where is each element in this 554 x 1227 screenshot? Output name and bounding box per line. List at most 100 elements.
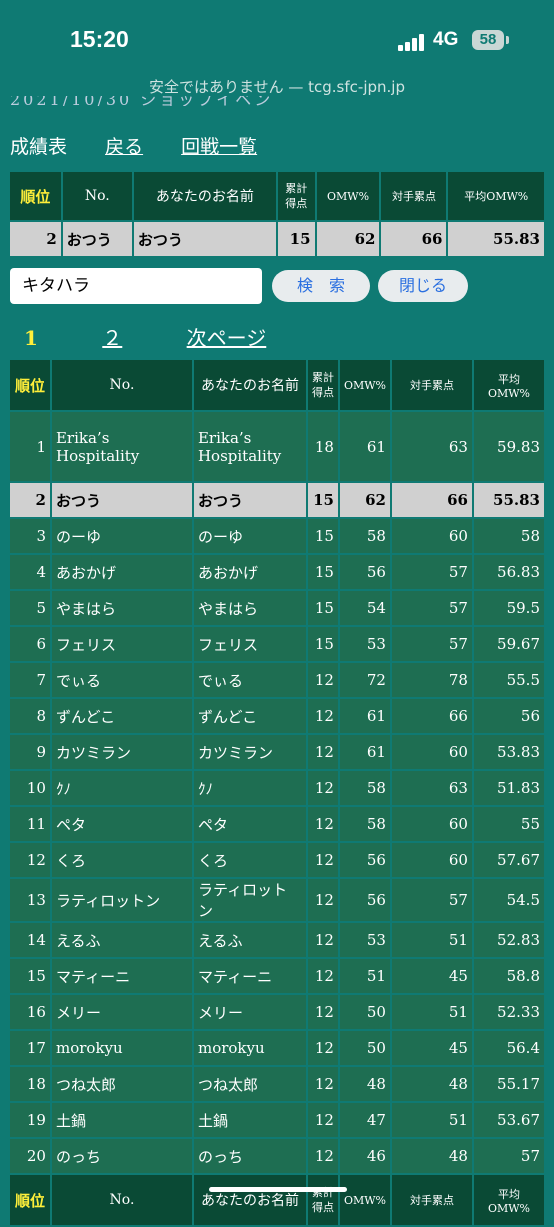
- cell-omw: 58: [339, 519, 390, 553]
- table-row: 5 やまはら やまはら 15 54 57 59.5: [10, 591, 544, 625]
- page-title: 成績表: [10, 136, 68, 158]
- table-row: 17 morokyu morokyu 12 50 45 56.4: [10, 1031, 544, 1065]
- footer-rank: 順位: [10, 1175, 50, 1225]
- my-result-table: 順位 No. あなたのお名前 累計 得点 OMW% 対手累点 平均OMW% 2 お…: [8, 170, 546, 258]
- search-button[interactable]: 検 索: [272, 270, 370, 302]
- cell-omw: 47: [339, 1103, 390, 1137]
- cell-opp: 45: [391, 1031, 472, 1065]
- cell-avg: 55.83: [448, 222, 544, 256]
- cell-name: ｸﾉ: [193, 771, 306, 805]
- cell-avg: 55.5: [473, 663, 544, 697]
- cell-rank: 12: [10, 843, 50, 877]
- header-no: No.: [62, 172, 132, 220]
- cell-points: 15: [307, 591, 338, 625]
- cell-opp: 57: [391, 627, 472, 661]
- ranking-footer-header: 順位 No. あなたのお名前 累計 得点 OMW% 対手累点 平均OMW%: [10, 1175, 544, 1225]
- cell-no: つね太郎: [51, 1067, 192, 1101]
- cellular-signal-icon: [398, 33, 428, 51]
- home-indicator[interactable]: [209, 1187, 347, 1192]
- footer-avg: 平均OMW%: [473, 1175, 544, 1225]
- cell-opp: 57: [391, 591, 472, 625]
- cell-avg: 53.83: [473, 735, 544, 769]
- cell-rank: 2: [10, 483, 50, 517]
- status-bar: 15:20 4G 58: [0, 0, 554, 70]
- cell-avg: 59.5: [473, 591, 544, 625]
- cell-opp: 60: [391, 519, 472, 553]
- cell-points: 12: [307, 923, 338, 957]
- cell-opp: 63: [391, 771, 472, 805]
- cell-rank: 2: [10, 222, 61, 256]
- cell-no: morokyu: [51, 1031, 192, 1065]
- cell-points: 12: [307, 959, 338, 993]
- cell-avg: 56.4: [473, 1031, 544, 1065]
- cell-name: ラティロットン: [193, 879, 306, 921]
- cell-name: つね太郎: [193, 1067, 306, 1101]
- cell-avg: 56: [473, 699, 544, 733]
- url-host: tcg.sfc-jpn.jp: [308, 78, 405, 96]
- close-button[interactable]: 閉じる: [378, 270, 468, 302]
- table-row: 1 Erika’s Hospitality Erika’s Hospitality 1…: [10, 412, 544, 481]
- footer-no: No.: [51, 1175, 192, 1225]
- cell-avg: 52.83: [473, 923, 544, 957]
- cell-points: 15: [307, 627, 338, 661]
- cell-omw: 61: [339, 735, 390, 769]
- next-page-link[interactable]: 次ページ: [187, 326, 267, 350]
- cell-omw: 56: [339, 879, 390, 921]
- table-row: 2 おつう おつう 15 62 66 55.83: [10, 483, 544, 517]
- cell-rank: 11: [10, 807, 50, 841]
- cell-name: おつう: [193, 483, 306, 517]
- cell-no: ずんどこ: [51, 699, 192, 733]
- cell-avg: 55.17: [473, 1067, 544, 1101]
- cell-rank: 14: [10, 923, 50, 957]
- back-link[interactable]: 戻る: [105, 136, 143, 158]
- cell-points: 12: [307, 1031, 338, 1065]
- cell-omw: 61: [339, 699, 390, 733]
- footer-omw: OMW%: [339, 1175, 390, 1225]
- cell-rank: 3: [10, 519, 50, 553]
- cell-points: 12: [307, 879, 338, 921]
- cell-no: ペタ: [51, 807, 192, 841]
- cell-name: でぃる: [193, 663, 306, 697]
- cell-no: おつう: [51, 483, 192, 517]
- cell-points: 12: [307, 843, 338, 877]
- address-bar[interactable]: 安全ではありません — tcg.sfc-jpn.jp: [0, 76, 554, 97]
- table-row: 14 えるふ えるふ 12 53 51 52.83: [10, 923, 544, 957]
- cell-opp: 66: [381, 222, 447, 256]
- cell-no: マティーニ: [51, 959, 192, 993]
- cell-points: 12: [307, 663, 338, 697]
- table-row: 11 ペタ ペタ 12 58 60 55: [10, 807, 544, 841]
- search-input[interactable]: キタハラ: [10, 268, 262, 304]
- rounds-list-link[interactable]: 回戦一覧: [181, 136, 257, 158]
- cell-no: のっち: [51, 1139, 192, 1173]
- cell-points: 18: [307, 412, 338, 481]
- cell-opp: 57: [391, 879, 472, 921]
- cell-points: 12: [307, 735, 338, 769]
- cell-points: 12: [307, 807, 338, 841]
- cell-rank: 6: [10, 627, 50, 661]
- page-2-link[interactable]: ２: [88, 326, 136, 350]
- cell-name: 土鍋: [193, 1103, 306, 1137]
- cell-rank: 13: [10, 879, 50, 921]
- cell-rank: 19: [10, 1103, 50, 1137]
- cell-name: のーゆ: [193, 519, 306, 553]
- cell-name: えるふ: [193, 923, 306, 957]
- cell-rank: 15: [10, 959, 50, 993]
- cell-rank: 1: [10, 412, 50, 481]
- table-row: 19 土鍋 土鍋 12 47 51 53.67: [10, 1103, 544, 1137]
- cell-name: あおかげ: [193, 555, 306, 589]
- cell-avg: 57: [473, 1139, 544, 1173]
- cell-omw: 61: [339, 412, 390, 481]
- cell-opp: 45: [391, 959, 472, 993]
- cell-no: やまはら: [51, 591, 192, 625]
- header-name: あなたのお名前: [133, 172, 276, 220]
- table-row: 16 メリー メリー 12 50 51 52.33: [10, 995, 544, 1029]
- cell-rank: 10: [10, 771, 50, 805]
- cell-omw: 72: [339, 663, 390, 697]
- cell-rank: 18: [10, 1067, 50, 1101]
- cell-opp: 66: [391, 483, 472, 517]
- cell-opp: 60: [391, 807, 472, 841]
- header-points: 累計 得点: [307, 360, 338, 410]
- cell-avg: 59.83: [473, 412, 544, 481]
- cell-no: くろ: [51, 843, 192, 877]
- battery-tip: [506, 36, 509, 44]
